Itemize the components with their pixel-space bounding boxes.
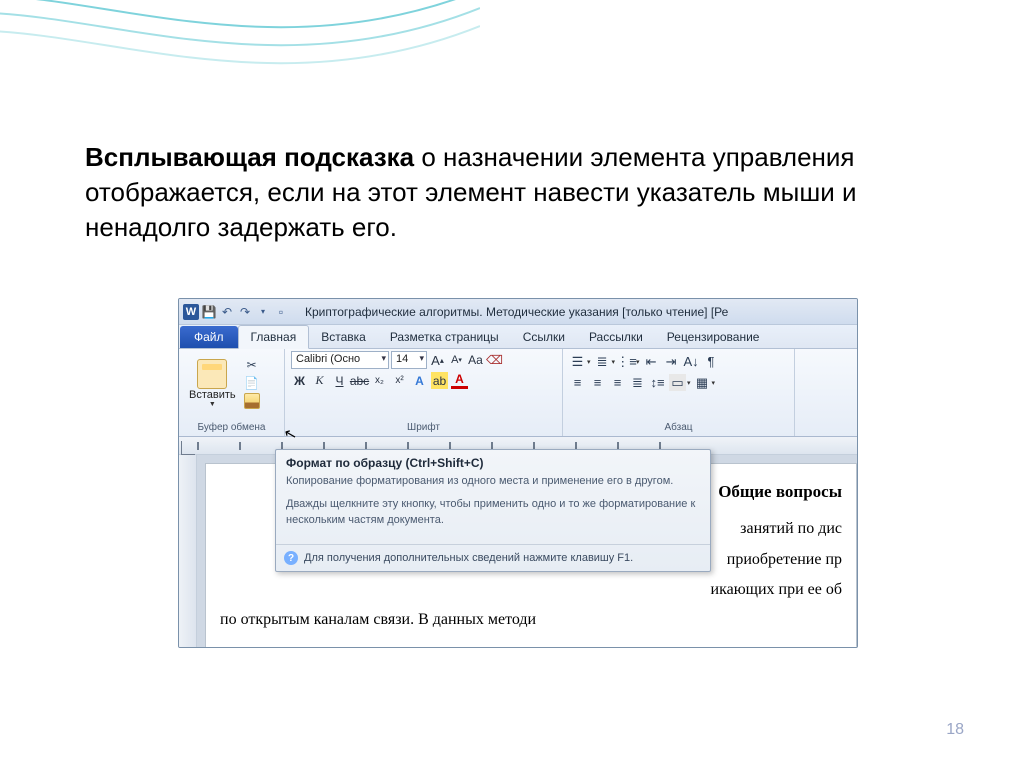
paste-dropdown-icon: ▼ (209, 401, 216, 408)
tab-page-layout[interactable]: Разметка страницы (378, 326, 511, 348)
decrease-indent-icon[interactable]: ⇤ (643, 353, 660, 370)
group-paragraph: ☰▾ ≣▾ ⋮≡▾ ⇤ ⇥ A↓ ¶ ≡ ≡ ≡ ≣ ↕≡ ▭▾ ▦▾ (563, 349, 795, 436)
subscript-button[interactable]: x₂ (371, 372, 388, 389)
cut-icon[interactable]: ✂ (244, 357, 260, 373)
superscript-button[interactable]: x² (391, 372, 408, 389)
grow-font-icon[interactable]: A▴ (429, 352, 446, 369)
align-center-icon[interactable]: ≡ (589, 374, 606, 391)
paste-button[interactable]: Вставить ▼ (185, 357, 240, 410)
highlight-icon[interactable]: ab (431, 372, 448, 389)
tab-references[interactable]: Ссылки (511, 326, 577, 348)
tooltip-body: Копирование форматирования из одного мес… (276, 474, 710, 544)
sort-icon[interactable]: A↓ (683, 353, 700, 370)
multilevel-icon[interactable]: ⋮≡ (618, 353, 635, 370)
group-clipboard: Вставить ▼ ✂ 📄 Буфер обмена (179, 349, 285, 436)
shading-icon[interactable]: ▭ (669, 374, 686, 391)
clipboard-group-label: Буфер обмена (185, 420, 278, 436)
save-icon[interactable]: 💾 (201, 304, 217, 320)
bold-button[interactable]: Ж (291, 372, 308, 389)
increase-indent-icon[interactable]: ⇥ (663, 353, 680, 370)
underline-button[interactable]: Ч (331, 372, 348, 389)
tooltip-title: Формат по образцу (Ctrl+Shift+C) (276, 450, 710, 474)
font-name-combo[interactable]: Calibri (Осно (291, 351, 389, 369)
ribbon: Вставить ▼ ✂ 📄 Буфер обмена Calibri (Осн… (179, 349, 857, 437)
bullets-icon[interactable]: ☰ (569, 353, 586, 370)
strike-button[interactable]: abc (351, 372, 368, 389)
format-painter-button[interactable] (244, 393, 260, 409)
font-group-label: Шрифт (291, 420, 556, 436)
doc-line-4: по открытым каналам связи. В данных мето… (220, 605, 842, 635)
show-marks-icon[interactable]: ¶ (703, 353, 720, 370)
paste-icon (197, 359, 227, 389)
tooltip-footer: ? Для получения дополнительных сведений … (276, 544, 710, 571)
line-spacing-icon[interactable]: ↕≡ (649, 374, 666, 391)
slide-bold-term: Всплывающая подсказка (85, 142, 414, 172)
tab-file[interactable]: Файл (180, 326, 238, 348)
title-bar: W 💾 ↶ ↷ ▾ ▫ Криптографические алгоритмы.… (179, 299, 857, 325)
group-font: Calibri (Осно 14 A▴ A▾ Aa ⌫ Ж К Ч abc x₂… (285, 349, 563, 436)
ruler-corner-icon (181, 441, 195, 455)
copy-icon[interactable]: 📄 (244, 375, 260, 391)
tooltip-line-2: Дважды щелкните эту кнопку, чтобы примен… (286, 497, 700, 528)
word-app-icon: W (183, 304, 199, 320)
font-color-icon[interactable]: A (451, 372, 468, 389)
word-window: W 💾 ↶ ↷ ▾ ▫ Криптографические алгоритмы.… (178, 298, 858, 648)
tooltip: Формат по образцу (Ctrl+Shift+C) Копиров… (275, 449, 711, 572)
tab-review[interactable]: Рецензирование (655, 326, 772, 348)
font-size-combo[interactable]: 14 (391, 351, 427, 369)
shrink-font-icon[interactable]: A▾ (448, 352, 465, 369)
clear-format-icon[interactable]: ⌫ (486, 352, 503, 369)
borders-icon[interactable]: ▦ (694, 374, 711, 391)
qat-customize-icon[interactable]: ▾ (255, 304, 271, 320)
align-right-icon[interactable]: ≡ (609, 374, 626, 391)
vertical-ruler[interactable] (179, 455, 197, 647)
tooltip-line-1: Копирование форматирования из одного мес… (286, 474, 700, 489)
align-left-icon[interactable]: ≡ (569, 374, 586, 391)
tooltip-footer-text: Для получения дополнительных сведений на… (304, 552, 633, 564)
paragraph-group-label: Абзац (569, 420, 788, 436)
decorative-wave (0, 0, 480, 150)
help-icon: ? (284, 551, 298, 565)
paste-label: Вставить (189, 389, 236, 401)
qat-extra-icon[interactable]: ▫ (273, 304, 289, 320)
numbering-icon[interactable]: ≣ (594, 353, 611, 370)
tab-insert[interactable]: Вставка (309, 326, 378, 348)
undo-icon[interactable]: ↶ (219, 304, 235, 320)
change-case-icon[interactable]: Aa (467, 352, 484, 369)
text-effects-icon[interactable]: A (411, 372, 428, 389)
ribbon-tabs: Файл Главная Вставка Разметка страницы С… (179, 325, 857, 349)
justify-icon[interactable]: ≣ (629, 374, 646, 391)
page-number: 18 (946, 721, 964, 739)
doc-line-3: икающих при ее об (220, 575, 842, 605)
window-title: Криптографические алгоритмы. Методически… (305, 305, 728, 319)
redo-icon[interactable]: ↷ (237, 304, 253, 320)
tab-home[interactable]: Главная (238, 325, 310, 349)
slide-paragraph: Всплывающая подсказка о назначении элеме… (85, 140, 915, 245)
tab-mailings[interactable]: Рассылки (577, 326, 655, 348)
italic-button[interactable]: К (311, 372, 328, 389)
